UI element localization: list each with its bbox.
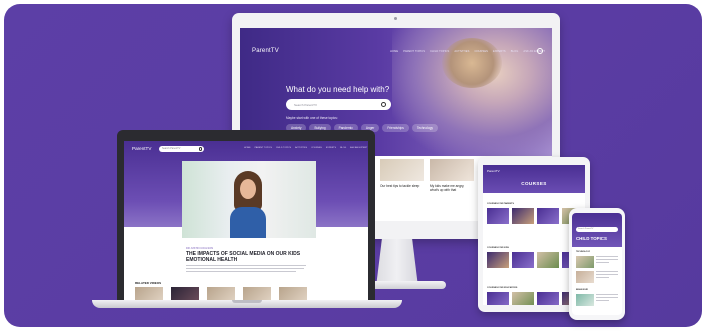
article-body: [186, 265, 306, 274]
nav-item-blog[interactable]: BLOG: [511, 50, 519, 53]
nav-item-parent-topics[interactable]: PARENT TOPICS: [255, 147, 272, 149]
tablet-page-title: COURSES: [521, 181, 547, 186]
course-card[interactable]: [512, 208, 534, 224]
search-icon[interactable]: [381, 101, 386, 107]
topic-thumbnail: [576, 271, 594, 283]
phone-header: Search ParentTV CHILD TOPICS: [572, 213, 622, 247]
course-card[interactable]: [537, 292, 559, 305]
video-title: My kids make me angry, what's up with th…: [430, 184, 465, 193]
tablet-section-heading: COURSES FOR EDUCATORS: [487, 287, 518, 289]
desktop-logo[interactable]: ParentTV: [252, 48, 279, 54]
desktop-nav: HOME PARENT TOPICS CHILD TOPICS ACTIVITI…: [390, 50, 545, 53]
related-video-thumbnail[interactable]: [207, 287, 235, 300]
nav-item-home[interactable]: HOME: [390, 50, 398, 53]
article-kicker: DR JUSTIN COULSON: [186, 247, 214, 250]
nav-item-courses[interactable]: COURSES: [474, 50, 488, 53]
nav-item-ask-an-expert[interactable]: ASK AN EXPERT: [350, 147, 367, 149]
nav-item-home[interactable]: HOME: [244, 147, 251, 149]
nav-item-activities[interactable]: ACTIVITIES: [295, 147, 307, 149]
hero-headline: What do you need help with?: [286, 85, 390, 94]
course-card[interactable]: [487, 208, 509, 224]
article-title: THE IMPACTS OF SOCIAL MEDIA ON OUR KIDS …: [186, 251, 301, 263]
video-title: Our best tips to tackle sleep: [380, 184, 420, 188]
related-video-thumbnail[interactable]: [135, 287, 163, 300]
topic-text: [596, 294, 618, 306]
phone-section-heading: BEHAVIOUR: [576, 289, 588, 291]
nav-item-activities[interactable]: ACTIVITIES: [454, 50, 469, 53]
topic-list-item[interactable]: [576, 256, 618, 268]
phone-search-input[interactable]: Search ParentTV: [576, 227, 618, 232]
video-thumbnail: [430, 159, 474, 181]
nav-item-experts[interactable]: EXPERTS: [326, 147, 336, 149]
search-input[interactable]: Search ParentTV: [286, 99, 391, 110]
topic-text: [596, 271, 618, 283]
tablet-logo[interactable]: ParentTV: [487, 169, 500, 173]
laptop-search-input[interactable]: Search ParentTV: [159, 146, 204, 152]
tablet-header: ParentTV COURSES: [483, 165, 585, 193]
related-videos-heading: RELATED VIDEOS: [135, 281, 162, 285]
nav-item-blog[interactable]: BLOG: [340, 147, 346, 149]
nav-item-parent-topics[interactable]: PARENT TOPICS: [403, 50, 425, 53]
presenter-image: [228, 171, 268, 238]
laptop-notch: [232, 300, 262, 303]
nav-item-child-topics[interactable]: CHILD TOPICS: [276, 147, 291, 149]
phone-section-heading: TECHNOLOGY: [576, 251, 591, 253]
topic-list-item[interactable]: [576, 271, 618, 283]
topic-list-item[interactable]: [576, 294, 618, 306]
course-card[interactable]: [537, 252, 559, 268]
related-video-thumbnail[interactable]: [279, 287, 307, 300]
video-card[interactable]: Our best tips to tackle sleep: [380, 159, 424, 188]
monitor-camera: [394, 17, 397, 20]
search-placeholder: Search ParentTV: [294, 102, 318, 107]
tablet-section-heading: COURSES FOR PARENTS: [487, 203, 514, 205]
laptop-logo[interactable]: ParentTV: [132, 146, 151, 151]
phone-screen: Search ParentTV CHILD TOPICS TECHNOLOGY …: [572, 213, 622, 315]
tablet-section-heading: COURSES FOR KIDS: [487, 247, 509, 249]
course-card[interactable]: [487, 252, 509, 268]
related-videos-row: [135, 287, 307, 300]
laptop-nav: HOME PARENT TOPICS CHILD TOPICS ACTIVITI…: [244, 147, 367, 149]
search-placeholder: Search ParentTV: [578, 228, 594, 231]
topic-thumbnail: [576, 256, 594, 268]
search-placeholder: Search ParentTV: [162, 147, 181, 151]
nav-item-experts[interactable]: EXPERTS: [493, 50, 506, 53]
topic-chip-technology[interactable]: Technology: [411, 124, 438, 132]
topics-prompt: Maybe start with one of these topics:: [286, 116, 338, 120]
topic-chip-friendships[interactable]: Friendships: [382, 124, 409, 132]
course-card[interactable]: [537, 208, 559, 224]
presenter-top: [230, 207, 266, 238]
phone-device: Search ParentTV CHILD TOPICS TECHNOLOGY …: [569, 208, 625, 320]
course-card[interactable]: [487, 292, 509, 305]
hero-photo-detail: [442, 38, 502, 88]
presenter-face: [240, 179, 256, 199]
video-thumbnail: [380, 159, 424, 181]
laptop-screen: ParentTV Search ParentTV HOME PARENT TOP…: [124, 141, 368, 300]
video-player[interactable]: [182, 161, 316, 238]
course-card[interactable]: [512, 252, 534, 268]
nav-item-courses[interactable]: COURSES: [311, 147, 322, 149]
user-icon[interactable]: [537, 48, 543, 54]
nav-item-child-topics[interactable]: CHILD TOPICS: [430, 50, 449, 53]
topic-text: [596, 256, 618, 268]
search-icon[interactable]: [198, 147, 202, 151]
phone-page-title: CHILD TOPICS: [576, 236, 607, 241]
related-video-thumbnail[interactable]: [171, 287, 199, 300]
related-video-thumbnail[interactable]: [243, 287, 271, 300]
video-card[interactable]: My kids make me angry, what's up with th…: [430, 159, 474, 192]
topic-thumbnail: [576, 294, 594, 306]
course-card[interactable]: [512, 292, 534, 305]
